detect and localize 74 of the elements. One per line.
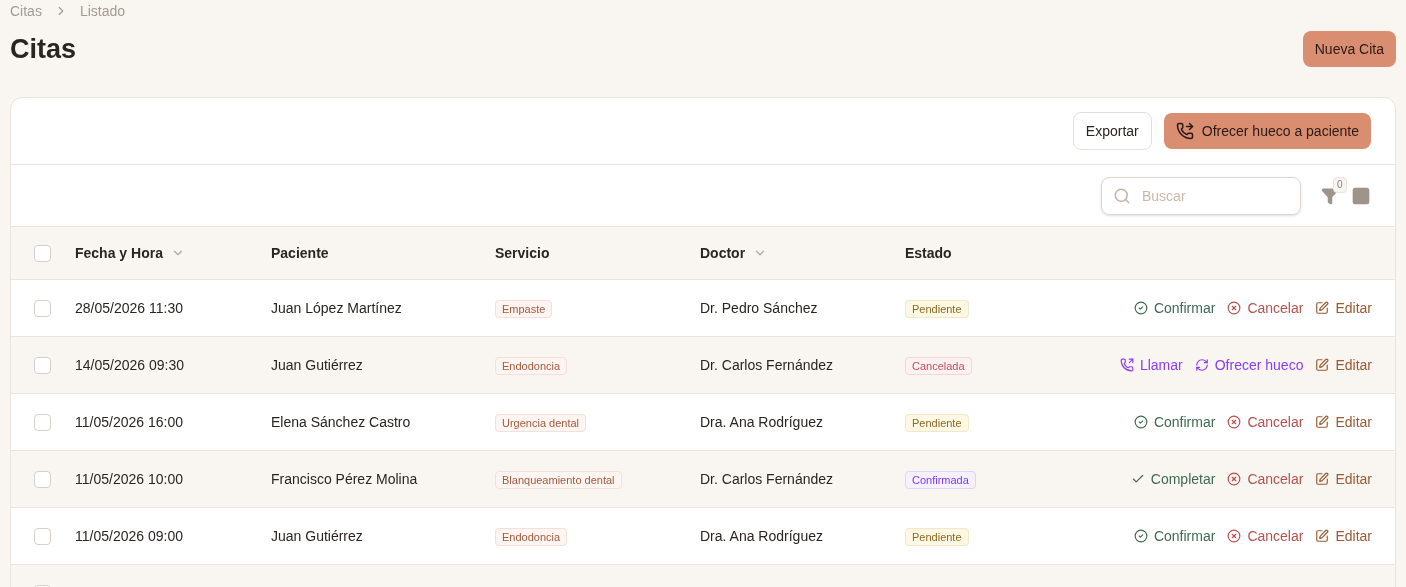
service-tag: Blanqueamiento dental (495, 471, 622, 489)
column-header: Paciente (271, 244, 329, 263)
patient-cell: Juan Gutiérrez (271, 528, 363, 544)
doctor-cell: Dr. Carlos Fernández (700, 357, 834, 373)
checkbox[interactable] (34, 527, 51, 545)
status-tag: Pendiente (905, 300, 969, 318)
service-tag: Urgencia dental (495, 414, 587, 432)
phone-icon (1119, 358, 1134, 372)
checkbox[interactable] (34, 356, 51, 374)
action-link[interactable]: Ofrecer hueco (1194, 355, 1304, 375)
action-link[interactable]: Confirmar (1133, 526, 1216, 546)
checkbox[interactable] (34, 413, 51, 431)
date-cell: 11/05/2026 10:00 (75, 471, 183, 487)
action-link[interactable]: Cancelar (1227, 298, 1304, 318)
edit-icon (1315, 358, 1330, 372)
x-circle-icon (1227, 415, 1242, 429)
doctor-cell: Dra. Ana Rodríguez (700, 528, 823, 544)
date-cell: 11/05/2026 09:00 (75, 528, 183, 544)
check-icon (1130, 472, 1145, 486)
check-circle-icon (1133, 529, 1148, 543)
service-tag: Endodoncia (495, 357, 568, 375)
checkbox[interactable] (34, 470, 51, 488)
phone-icon (1175, 122, 1194, 140)
status-tag: Cancelada (905, 357, 972, 375)
checkbox[interactable] (34, 299, 51, 317)
action-link[interactable]: Editar (1315, 526, 1372, 546)
doctor-cell: Dra. Ana Rodríguez (700, 414, 823, 430)
x-circle-icon (1227, 301, 1242, 315)
check-circle-icon (1133, 301, 1148, 315)
edit-icon (1315, 529, 1330, 543)
x-circle-icon (1227, 472, 1242, 486)
search-field[interactable]: Buscar (1101, 176, 1301, 215)
column-header[interactable]: Fecha y Hora (75, 243, 185, 263)
action-link[interactable]: Cancelar (1227, 469, 1304, 489)
action-link[interactable]: Llamar (1119, 355, 1183, 375)
offer-slot-button[interactable]: Ofrecer hueco a paciente (1163, 113, 1371, 149)
action-link[interactable]: Editar (1315, 298, 1372, 318)
action-link[interactable]: Cancelar (1227, 412, 1304, 432)
action-link[interactable]: Editar (1315, 355, 1372, 375)
action-link[interactable]: Editar (1315, 412, 1372, 432)
column-header: Estado (905, 244, 952, 263)
column-header: Servicio (495, 244, 550, 263)
edit-icon (1315, 301, 1330, 315)
action-link[interactable]: Cancelar (1227, 526, 1304, 546)
patient-cell: Juan Gutiérrez (271, 357, 363, 373)
doctor-cell: Dr. Carlos Fernández (700, 471, 834, 487)
column-header[interactable]: Doctor (700, 243, 768, 263)
action-link[interactable]: Confirmar (1133, 412, 1216, 432)
export-button[interactable]: Exportar (1072, 112, 1152, 150)
date-cell: 11/05/2026 16:00 (75, 414, 183, 430)
checkbox[interactable] (34, 244, 51, 262)
edit-icon (1315, 472, 1330, 486)
page-title: Citas (10, 32, 77, 66)
patient-cell: Elena Sánchez Castro (271, 414, 411, 430)
status-tag: Confirmada (905, 471, 976, 489)
action-link[interactable]: Editar (1315, 469, 1372, 489)
service-tag: Empaste (495, 300, 553, 318)
action-link[interactable]: Confirmar (1133, 298, 1216, 318)
service-tag: Endodoncia (495, 528, 568, 546)
action-link[interactable]: Completar (1130, 469, 1216, 489)
check-circle-icon (1133, 415, 1148, 429)
refresh-icon (1194, 358, 1209, 372)
status-tag: Pendiente (905, 528, 969, 546)
doctor-cell: Dr. Pedro Sánchez (700, 300, 818, 316)
patient-cell: Francisco Pérez Molina (271, 471, 418, 487)
search-icon (1113, 186, 1131, 205)
edit-icon (1315, 415, 1330, 429)
patient-cell: Juan López Martínez (271, 300, 402, 316)
filter-count: 0 (1333, 176, 1347, 193)
new-appointment-button[interactable]: Nueva Cita (1302, 31, 1396, 67)
status-tag: Pendiente (905, 414, 969, 432)
date-cell: 14/05/2026 09:30 (75, 357, 184, 373)
date-cell: 28/05/2026 11:30 (75, 300, 183, 316)
x-circle-icon (1227, 529, 1242, 543)
